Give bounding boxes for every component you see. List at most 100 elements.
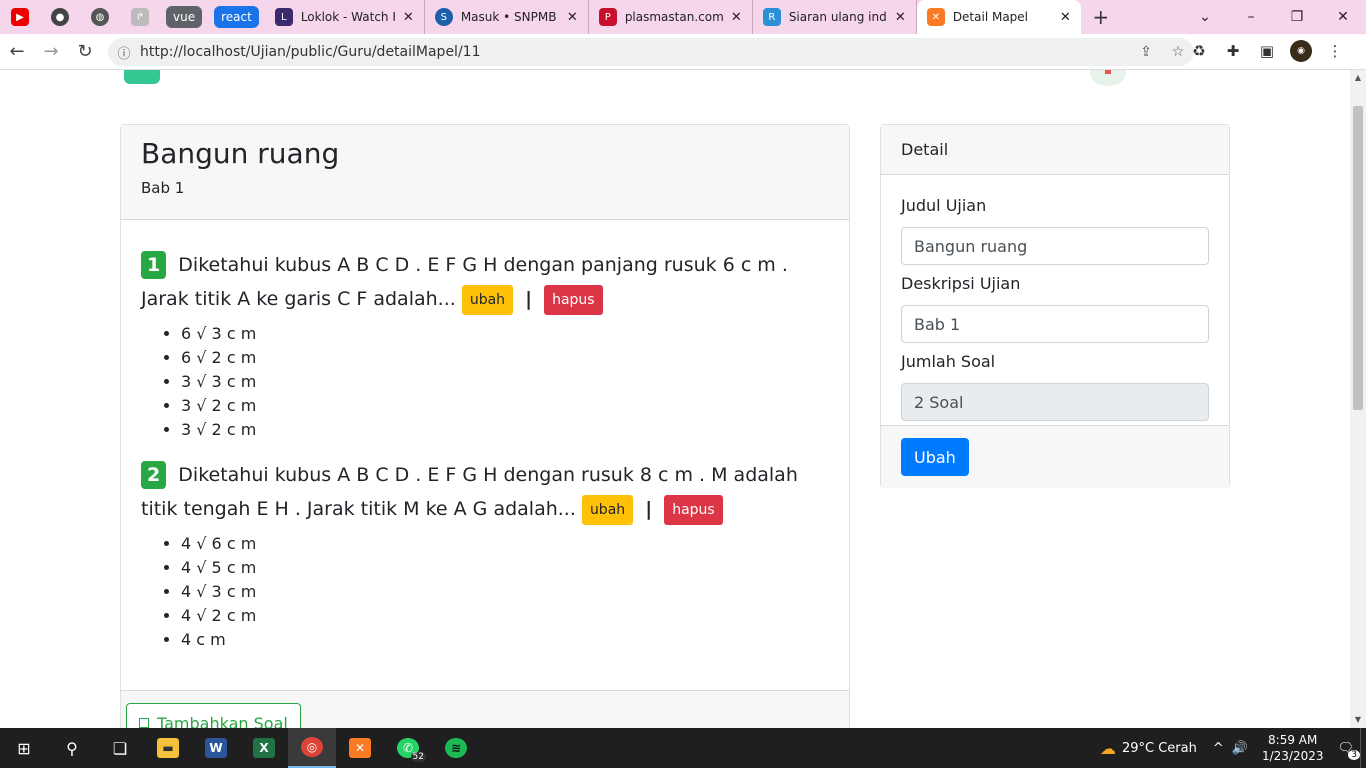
volume-icon[interactable]: 🔊: [1232, 741, 1248, 756]
windows-taskbar: ⊞ ⚲ ❏ ▬ W X ◎ ✕ ✆ 52 ≋ ☁ 29°C Cerah ^ 🔊 …: [0, 728, 1366, 768]
task-view-icon[interactable]: ❏: [96, 728, 144, 768]
maximize-button[interactable]: ❐: [1274, 0, 1320, 34]
spotify-icon[interactable]: ≋: [432, 728, 480, 768]
edit-question-button[interactable]: ubah: [461, 284, 514, 315]
detail-card-footer: Ubah: [881, 425, 1229, 488]
globe-icon: ◍: [91, 8, 109, 26]
tab-plasmastan[interactable]: P plasmastan.com | L ✕: [589, 0, 753, 34]
delete-question-button[interactable]: hapus: [544, 284, 603, 315]
answer-option: 6 √ 3 c m: [181, 322, 829, 346]
mapel-card: Bangun ruang Bab 1 1 Diketahui kubus A B…: [120, 124, 850, 728]
field-label-jumlah-soal: Jumlah Soal: [901, 352, 996, 371]
answer-option: 6 √ 2 c m: [181, 346, 829, 370]
answer-option: 4 √ 3 c m: [181, 580, 829, 604]
tab-title: Masuk • SNPMB: [460, 10, 557, 24]
tab-group-react[interactable]: react: [214, 6, 259, 28]
file-explorer-icon[interactable]: ▬: [144, 728, 192, 768]
close-icon[interactable]: ✕: [1060, 10, 1071, 25]
add-question-button[interactable]: Tambahkan Soal: [126, 703, 301, 728]
forward-icon[interactable]: →: [34, 41, 68, 62]
side-panel-icon[interactable]: ▣: [1256, 40, 1278, 62]
back-icon[interactable]: ←: [0, 41, 34, 62]
answer-option: 3 √ 3 c m: [181, 370, 829, 394]
tab-detail-mapel[interactable]: ✕ Detail Mapel ✕: [916, 0, 1081, 34]
recycle-extension-icon[interactable]: ♻: [1188, 40, 1210, 62]
mapel-card-footer: Tambahkan Soal: [121, 690, 849, 728]
delete-question-button[interactable]: hapus: [664, 494, 723, 525]
detail-form: Judul Ujian Bangun ruang Deskripsi Ujian…: [881, 175, 1229, 449]
windows-start-icon[interactable]: ⊞: [0, 728, 48, 768]
question-number-badge: 2: [141, 461, 167, 489]
github-icon: ●: [51, 8, 69, 26]
minimize-button[interactable]: –: [1228, 0, 1274, 34]
extensions-puzzle-icon[interactable]: ✚: [1222, 40, 1244, 62]
new-tab-button[interactable]: +: [1081, 5, 1121, 29]
info-icon[interactable]: ⓘ: [108, 43, 140, 62]
whatsapp-icon[interactable]: ✆ 52: [384, 728, 432, 768]
close-icon[interactable]: ✕: [731, 10, 742, 25]
tab-title: plasmastan.com | L: [624, 10, 723, 24]
pinned-tab-youtube[interactable]: ▶: [0, 0, 40, 34]
page-title: Bangun ruang: [141, 137, 340, 170]
tab-group-vue[interactable]: vue: [166, 6, 203, 28]
field-label-deskripsi: Deskripsi Ujian: [901, 274, 1021, 293]
more-menu-icon[interactable]: ⋮: [1324, 40, 1346, 62]
weather-icon[interactable]: ☁: [1100, 739, 1116, 758]
url-text[interactable]: http://localhost/Ujian/public/Guru/detai…: [140, 44, 1130, 60]
close-icon[interactable]: ✕: [567, 10, 578, 25]
pinned-tab-react-devtools[interactable]: ↱: [120, 0, 160, 34]
address-bar[interactable]: ⓘ http://localhost/Ujian/public/Guru/det…: [108, 38, 1194, 66]
page-scrollbar[interactable]: ▲ ▼: [1350, 70, 1366, 728]
youtube-icon: ▶: [11, 8, 29, 26]
share-icon[interactable]: ⇪: [1130, 44, 1162, 60]
jumlah-soal-input: 2 Soal: [901, 383, 1209, 421]
show-desktop-strip[interactable]: [1360, 728, 1366, 768]
clock-time: 8:59 AM: [1268, 733, 1318, 747]
answer-option: 3 √ 2 c m: [181, 418, 829, 442]
ubah-button[interactable]: Ubah: [901, 438, 969, 476]
add-question-label: Tambahkan Soal: [157, 713, 288, 729]
tab-title: Detail Mapel: [952, 10, 1029, 24]
tab-loklok[interactable]: L Loklok - Watch HD ✕: [265, 0, 425, 34]
pinned-tab-github[interactable]: ●: [40, 0, 80, 34]
word-icon[interactable]: W: [192, 728, 240, 768]
whatsapp-badge: 52: [410, 752, 426, 762]
snpmb-icon: S: [434, 8, 453, 26]
separator: |: [645, 498, 653, 520]
deskripsi-ujian-input[interactable]: Bab 1: [901, 305, 1209, 343]
tab-search-icon[interactable]: ⌄: [1182, 0, 1228, 34]
tray-chevron-icon[interactable]: ^: [1213, 741, 1224, 756]
detail-card-header: Detail: [881, 125, 1229, 175]
clock-date: 1/23/2023: [1261, 749, 1324, 763]
reload-icon[interactable]: ↻: [68, 41, 102, 62]
tab-snpmb[interactable]: S Masuk • SNPMB ✕: [425, 0, 589, 34]
excel-icon[interactable]: X: [240, 728, 288, 768]
react-devtools-icon: ↱: [131, 8, 149, 26]
question-list: 1 Diketahui kubus A B C D . E F G H deng…: [121, 220, 849, 652]
question-number-badge: 1: [141, 251, 167, 279]
scrollbar-thumb[interactable]: [1353, 106, 1363, 410]
answer-option: 4 √ 6 c m: [181, 532, 829, 556]
judul-ujian-input[interactable]: Bangun ruang: [901, 227, 1209, 265]
profile-avatar[interactable]: ◉: [1290, 40, 1312, 62]
chrome-icon[interactable]: ◎: [288, 728, 336, 768]
clock[interactable]: 8:59 AM 1/23/2023: [1262, 732, 1324, 764]
system-tray: ☁ 29°C Cerah ^ 🔊 8:59 AM 1/23/2023 🗨 3: [1100, 728, 1366, 768]
browser-toolbar: ← → ↻ ⓘ http://localhost/Ujian/public/Gu…: [0, 34, 1366, 70]
scroll-up-icon[interactable]: ▲: [1350, 70, 1366, 86]
search-icon[interactable]: ⚲: [48, 728, 96, 768]
edit-question-button[interactable]: ubah: [581, 494, 634, 525]
answer-option: 3 √ 2 c m: [181, 394, 829, 418]
notification-center-icon[interactable]: 🗨 3: [1337, 741, 1360, 760]
scroll-down-icon[interactable]: ▼: [1350, 712, 1366, 728]
answer-options: 4 √ 6 c m 4 √ 5 c m 4 √ 3 c m 4 √ 2 c m …: [181, 532, 829, 652]
weather-text[interactable]: 29°C Cerah: [1122, 741, 1197, 756]
tab-siaran-ulang[interactable]: R Siaran ulang indon ✕: [753, 0, 917, 34]
header-avatar-fragment: [1090, 70, 1126, 86]
page-subtitle: Bab 1: [141, 179, 185, 197]
close-icon[interactable]: ✕: [895, 10, 906, 25]
close-window-button[interactable]: ✕: [1320, 0, 1366, 34]
xampp-taskbar-icon[interactable]: ✕: [336, 728, 384, 768]
close-icon[interactable]: ✕: [403, 10, 414, 25]
pinned-tab-globe[interactable]: ◍: [80, 0, 120, 34]
